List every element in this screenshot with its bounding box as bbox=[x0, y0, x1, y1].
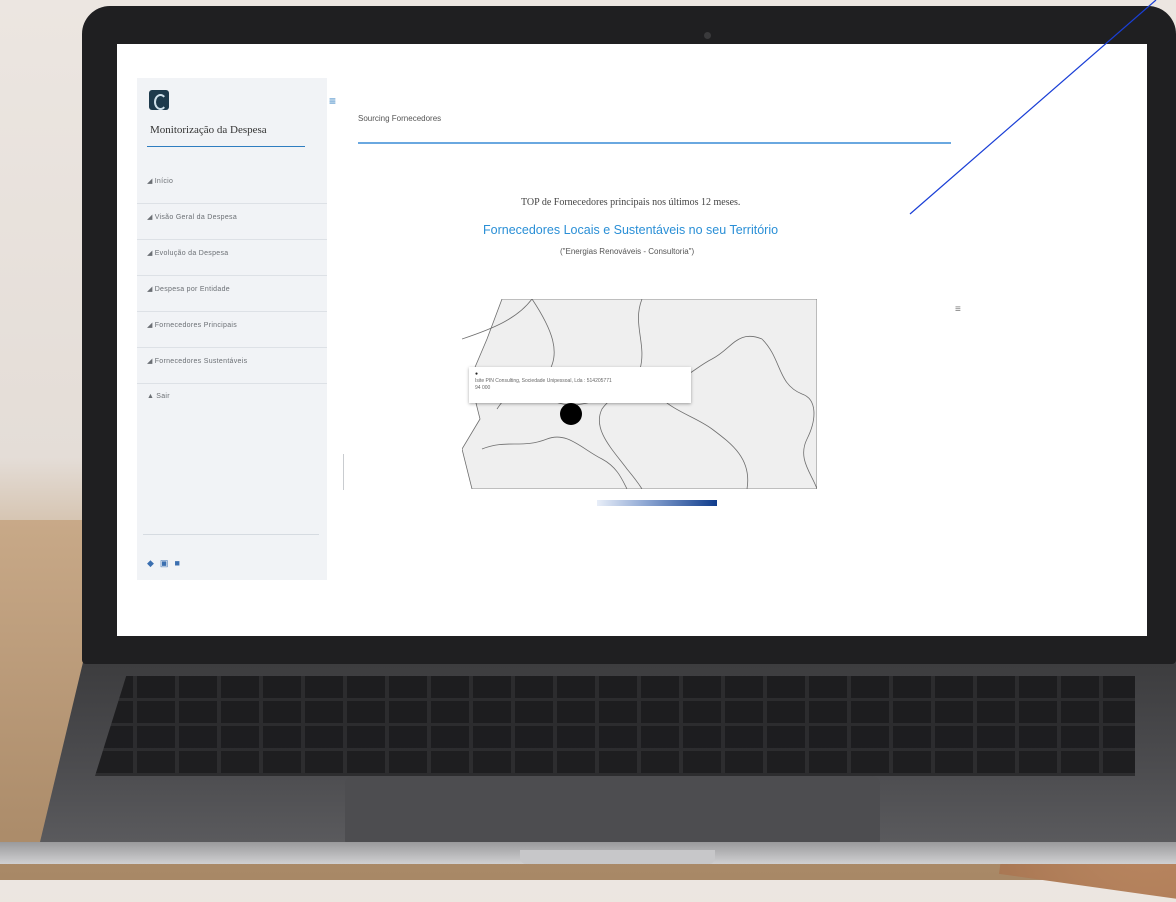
keyboard bbox=[95, 676, 1135, 776]
map-tooltip: ● Isite PIN Consulting, Sociedade Unipes… bbox=[469, 367, 691, 403]
sidebar-item[interactable]: ◢ Evolução da Despesa bbox=[137, 240, 327, 276]
chart-icon: ◢ bbox=[147, 358, 153, 365]
chart-menu-icon[interactable]: ≡ bbox=[955, 304, 961, 315]
chart-heading-primary: TOP de Fornecedores principais nos últim… bbox=[521, 197, 741, 208]
tooltip-line: Isite PIN Consulting, Sociedade Unipesso… bbox=[475, 378, 612, 384]
sidebar-item-label: Visão Geral da Despesa bbox=[154, 214, 238, 221]
sidebar-item-label: Evolução da Despesa bbox=[154, 250, 229, 257]
map-marker[interactable] bbox=[560, 403, 582, 425]
bookmark-icon[interactable]: ■ bbox=[174, 558, 185, 568]
sidebar-item[interactable]: ◢ Visão Geral da Despesa bbox=[137, 204, 327, 240]
sidebar-divider bbox=[143, 534, 319, 535]
app-logo-icon[interactable] bbox=[149, 90, 169, 110]
sidebar-item[interactable]: ◢ Fornecedores Principais bbox=[137, 312, 327, 348]
camera-icon bbox=[704, 32, 711, 39]
sidebar-item[interactable]: ◢ Início bbox=[137, 168, 327, 204]
chart-icon: ◢ bbox=[147, 286, 153, 293]
sidebar-item[interactable]: ◢ Despesa por Entidade bbox=[137, 276, 327, 312]
sidebar-item-label: Início bbox=[154, 178, 174, 185]
sidebar-menu: ◢ Início ◢ Visão Geral da Despesa ◢ Evoluçã… bbox=[137, 168, 327, 420]
chart-icon: ◢ bbox=[147, 178, 153, 185]
app-title-underline bbox=[147, 146, 305, 147]
chart-icon: ◢ bbox=[147, 214, 153, 221]
trackpad bbox=[345, 776, 880, 848]
user-icon: ▲ bbox=[147, 393, 155, 400]
sidebar-item-label: Despesa por Entidade bbox=[154, 286, 230, 293]
chart-heading-filter: ("Energias Renováveis - Consultoria") bbox=[560, 247, 695, 256]
scroll-divider bbox=[343, 454, 344, 490]
sidebar: Monitorização da Despesa ◢ Início ◢ Visão … bbox=[137, 78, 327, 580]
app-title: Monitorização da Despesa bbox=[150, 124, 267, 136]
sidebar-footer-icons: ◆▣■ bbox=[147, 558, 186, 569]
tooltip-line: 94 000 bbox=[475, 385, 491, 391]
laptop-notch bbox=[520, 850, 715, 864]
page-title: Sourcing Fornecedores bbox=[358, 114, 442, 123]
sidebar-item-label: Sair bbox=[156, 393, 170, 400]
sidebar-item[interactable]: ◢ Fornecedores Sustentáveis bbox=[137, 348, 327, 384]
document-icon[interactable]: ▣ bbox=[160, 558, 175, 568]
chart-icon: ◢ bbox=[147, 322, 153, 329]
title-divider bbox=[358, 142, 951, 144]
color-legend-bar bbox=[597, 500, 717, 506]
chart-icon: ◢ bbox=[147, 250, 153, 257]
home-icon[interactable]: ◆ bbox=[147, 558, 160, 568]
sidebar-item-label: Fornecedores Principais bbox=[154, 322, 238, 329]
laptop-screen: Monitorização da Despesa ◢ Início ◢ Visão … bbox=[117, 44, 1147, 636]
chart-heading-secondary: Fornecedores Locais e Sustentáveis no se… bbox=[483, 223, 779, 237]
sidebar-item-logout[interactable]: ▲ Sair bbox=[137, 384, 327, 420]
tooltip-bullet: ● bbox=[475, 371, 479, 377]
sidebar-item-label: Fornecedores Sustentáveis bbox=[154, 358, 248, 365]
menu-toggle-icon[interactable]: ≡ bbox=[329, 94, 336, 108]
